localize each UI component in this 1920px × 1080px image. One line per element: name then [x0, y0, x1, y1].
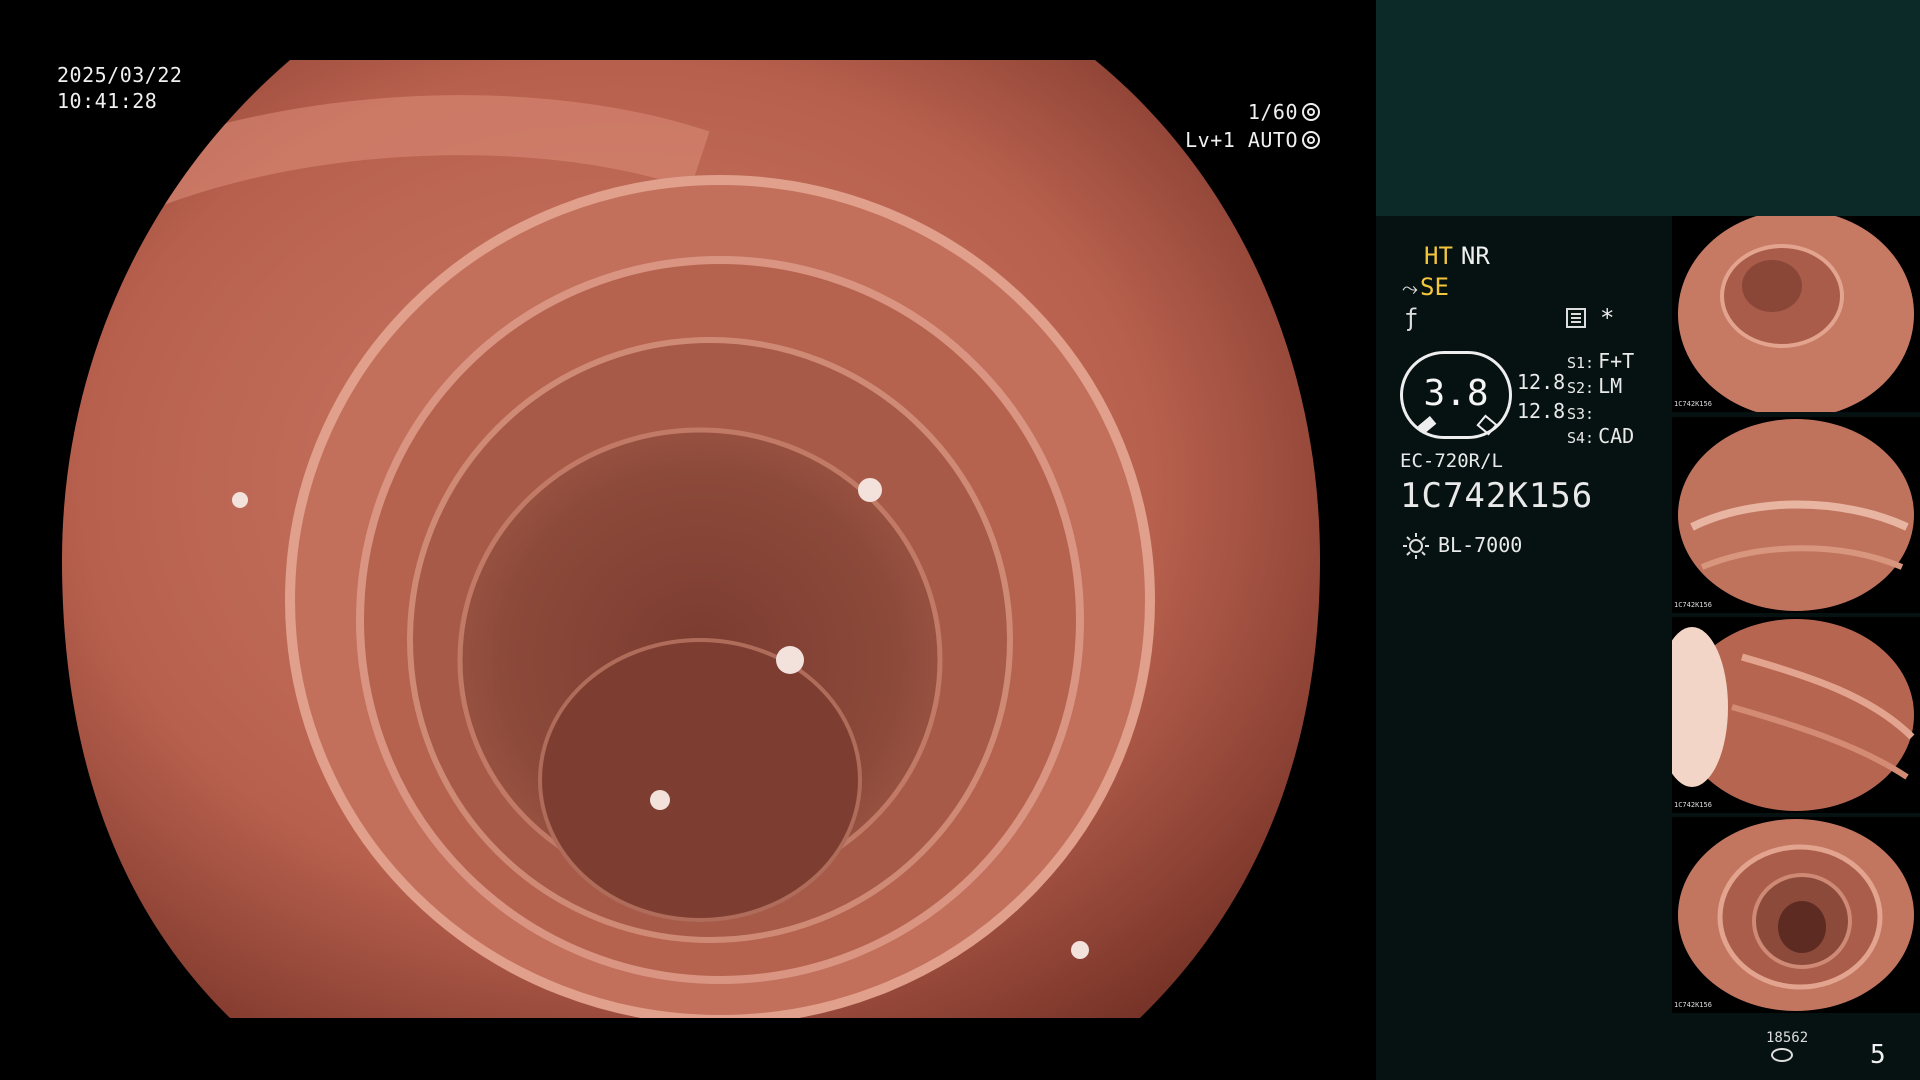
thumbnail-caption: 1C742K156 [1674, 601, 1712, 609]
scene-setting-1: S1: F+T [1567, 349, 1635, 373]
image-enhancement-row: HT NR [1424, 242, 1490, 270]
focus-value-1: 12.8 [1517, 370, 1566, 394]
nr-label: NR [1460, 242, 1490, 270]
endoscope-live-view[interactable] [0, 0, 1373, 1080]
captured-image-thumbnail[interactable]: 1C742K156 [1672, 817, 1920, 1013]
storage-disk-icon [1771, 1048, 1793, 1062]
light-source-model: BL-7000 [1438, 533, 1523, 557]
scene-setting-4: S4: CAD [1567, 424, 1635, 448]
exposure-status: 1/60 Lv+1 AUTO [1150, 98, 1320, 154]
star-marker: * [1600, 304, 1615, 332]
focus-value-2: 12.8 [1517, 399, 1566, 423]
light-source-icon [1403, 533, 1429, 559]
scene-setting-3: S3: [1567, 405, 1595, 423]
iris-icon [1302, 131, 1320, 149]
iris-mode: Lv+1 AUTO [1185, 128, 1298, 152]
f-slash-icon: ƒ [1404, 304, 1419, 332]
scope-model: EC-720R/L [1400, 450, 1503, 472]
scope-serial: 1C742K156 [1400, 476, 1594, 516]
menu-list-icon [1566, 308, 1586, 328]
captured-image-count: 5 [1870, 1040, 1886, 1070]
ht-label: HT [1424, 242, 1453, 270]
zoom-near-icon [1417, 416, 1437, 434]
tilde-arrow-icon: ⤳ [1402, 276, 1418, 300]
patient-info-area [1376, 0, 1920, 216]
shutter-speed: 1/60 [1247, 100, 1298, 124]
scene-setting-2: S2: LM [1567, 374, 1623, 398]
se-label: SE [1420, 273, 1449, 301]
thumbnail-caption: 1C742K156 [1674, 1001, 1712, 1009]
zoom-value: 3.8 [1423, 373, 1489, 414]
shutter-icon [1302, 103, 1320, 121]
thumbnail-caption: 1C742K156 [1674, 400, 1712, 408]
captured-image-thumbnail[interactable]: 1C742K156 [1672, 417, 1920, 613]
se-row: ⤳SE [1402, 273, 1449, 301]
thumbnail-caption: 1C742K156 [1674, 801, 1712, 809]
zoom-indicator: 3.8 [1400, 351, 1512, 439]
storage-remaining-count: 18562 [1766, 1030, 1809, 1046]
exam-date: 2025/03/22 [57, 63, 183, 87]
exam-time: 10:41:28 [57, 89, 158, 113]
captured-image-thumbnail[interactable]: 1C742K156 [1672, 216, 1920, 412]
captured-image-thumbnail[interactable]: 1C742K156 [1672, 617, 1920, 813]
